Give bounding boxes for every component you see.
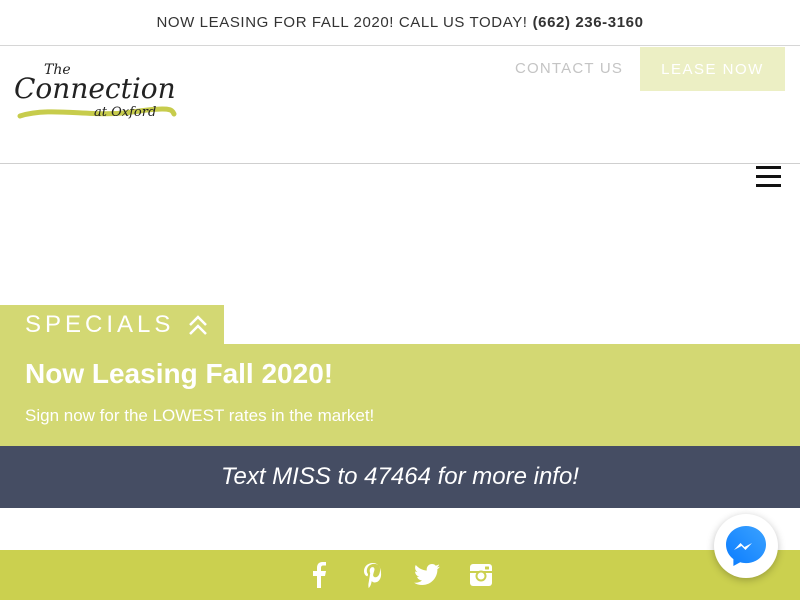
site-header: The Connection at Oxford CONTACT US LEAS… [0, 46, 800, 164]
specials-title: Now Leasing Fall 2020! [25, 358, 334, 389]
specials-tab[interactable]: SPECIALS [0, 305, 224, 344]
specials-subtitle: Sign now for the LOWEST rates in the mar… [25, 406, 375, 425]
social-footer [0, 550, 800, 600]
phone-link[interactable]: (662) 236-3160 [533, 14, 644, 31]
text-info: Text MISS to 47464 for more info! [221, 463, 579, 490]
double-chevron-up-icon [189, 314, 208, 335]
facebook-icon[interactable] [306, 562, 332, 588]
instagram-icon[interactable] [468, 562, 494, 588]
hamburger-menu-icon[interactable] [756, 166, 781, 187]
logo-line2: Connection [14, 72, 176, 105]
text-info-bar: Text MISS to 47464 for more info! [0, 446, 800, 508]
twitter-icon[interactable] [414, 562, 440, 588]
contact-us-link[interactable]: CONTACT US [515, 60, 623, 77]
specials-panel: Now Leasing Fall 2020! Sign now for the … [0, 344, 800, 446]
specials-tab-label: SPECIALS [25, 310, 175, 338]
page: NOW LEASING FOR FALL 2020! CALL US TODAY… [0, 0, 800, 600]
announcement-bar: NOW LEASING FOR FALL 2020! CALL US TODAY… [0, 0, 800, 46]
lease-now-button[interactable]: LEASE NOW [640, 47, 785, 91]
messenger-icon [726, 526, 766, 566]
announcement-text: NOW LEASING FOR FALL 2020! CALL US TODAY… [156, 14, 528, 31]
logo-line3: at Oxford [94, 105, 156, 120]
pinterest-icon[interactable] [360, 562, 386, 588]
messenger-chat-button[interactable] [714, 514, 778, 578]
logo[interactable]: The Connection at Oxford [12, 58, 177, 126]
